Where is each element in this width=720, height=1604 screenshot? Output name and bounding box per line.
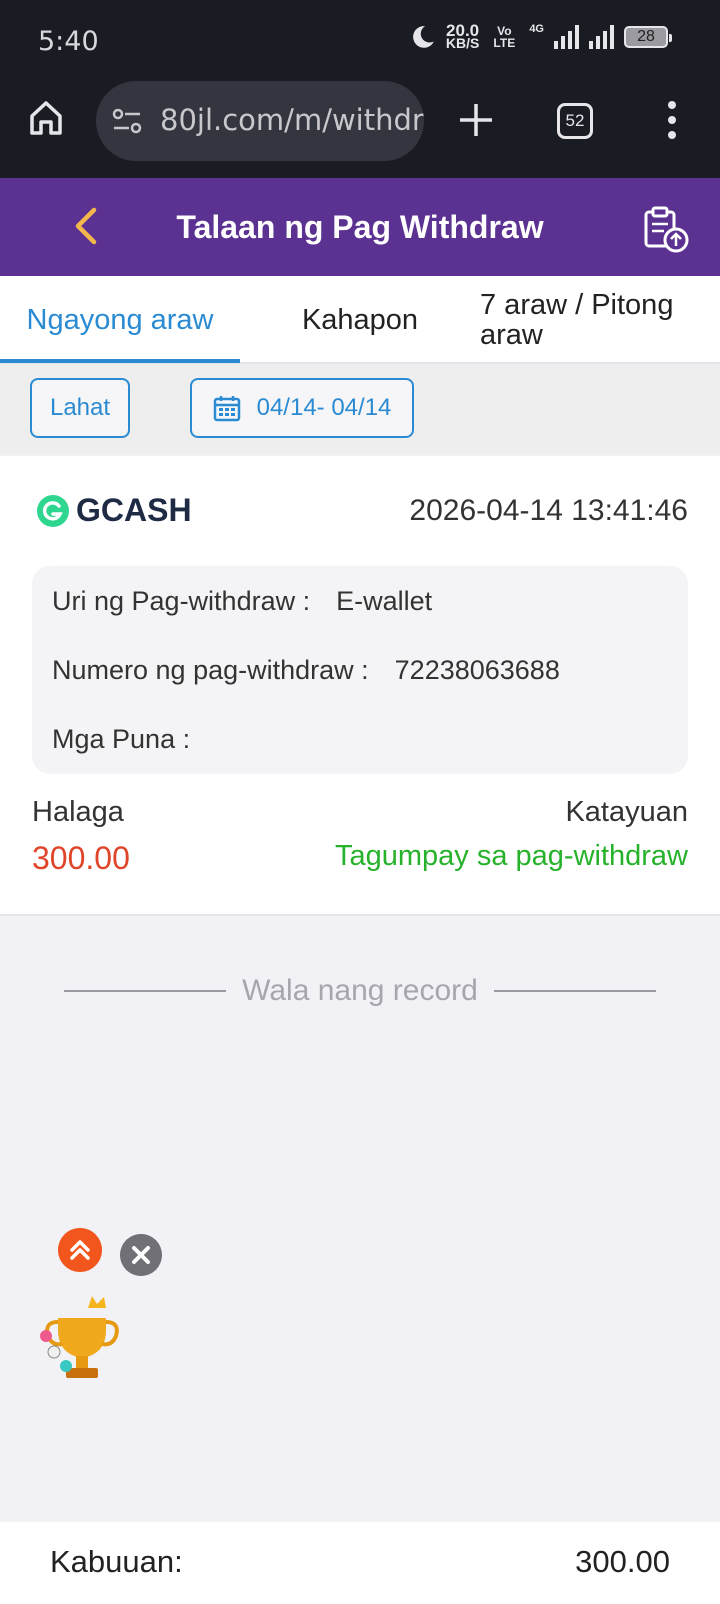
network-speed: 20.0 KB/S [445,21,480,51]
more-vert-icon[interactable] [667,100,677,140]
no-more-records: Wala nang record [64,974,656,1008]
total-label: Kabuuan: [50,1544,183,1579]
amount-label: Halaga [32,796,124,828]
status-time: 5:40 [38,26,99,57]
date-range-button[interactable]: 04/14- 04/14 [190,378,414,438]
url-text[interactable]: 80jl.com/m/withdrawRecord [160,103,424,137]
status-label: Katayuan [565,796,688,828]
date-range-text: 04/14- 04/14 [256,394,392,421]
calendar-icon [213,396,240,422]
remarks-label: Mga Puna : [52,724,191,754]
tab-yesterday[interactable]: Kahapon [260,276,460,364]
gcash-brand: GCASH [36,492,192,529]
status-badge: Tagumpay sa pag-withdraw [334,840,688,872]
status-icons: 20.0 KB/S Vo LTE 4G 28 [410,21,672,51]
tab-today[interactable]: Ngayong araw [0,276,240,364]
record-details: Uri ng Pag-withdraw : E-wallet Numero ng … [32,566,688,774]
filter-all-button[interactable]: Lahat [30,378,130,438]
page-title: Talaan ng Pag Withdraw [176,209,544,245]
withdraw-number-value: 72238063688 [394,655,560,685]
withdraw-number-label: Numero ng pag-withdraw : [52,655,369,685]
signal-icon [554,25,579,49]
divider-right [493,990,656,992]
record-datetime: 2026-04-14 13:41:46 [409,494,688,527]
tabs-icon[interactable]: 52 [557,103,593,139]
volte-badge: Vo LTE [493,24,516,50]
network-type: 4G [529,23,544,35]
filter-row: Lahat 04/14- 04/14 [0,364,720,454]
browser-chrome: 5:40 20.0 KB/S Vo LTE 4G 28 80jl.com/m/wi… [0,0,720,178]
home-icon[interactable] [26,98,66,138]
site-settings-icon[interactable] [112,107,142,135]
clipboard-upload-icon[interactable] [640,204,690,254]
gcash-logo-icon [37,494,69,527]
amount-value: 300.00 [32,840,130,876]
plus-icon[interactable] [456,100,496,140]
scroll-to-top-icon[interactable] [58,1228,102,1272]
total-value: 300.00 [575,1544,670,1579]
date-tabs: Ngayong araw Kahapon 7 araw / Pitong ara… [0,276,720,364]
withdraw-type-value: E-wallet [336,586,433,616]
withdraw-type-row: Uri ng Pag-withdraw : E-wallet [52,586,432,617]
withdraw-record-card[interactable]: GCASH 2026-04-14 13:41:46 Uri ng Pag-wit… [0,456,720,916]
tab-7-days[interactable]: 7 araw / Pitong araw [480,276,710,364]
no-more-text: Wala nang record [242,974,478,1007]
payment-method: GCASH [76,492,192,528]
remarks-row: Mga Puna : [52,724,216,755]
withdraw-type-label: Uri ng Pag-withdraw : [52,586,311,616]
moon-icon [412,26,434,48]
trophy-icon[interactable] [36,1290,122,1390]
withdraw-number-row: Numero ng pag-withdraw : 72238063688 [52,655,560,686]
divider-left [64,990,227,992]
close-icon[interactable] [120,1234,162,1276]
app-header: Talaan ng Pag Withdraw [0,178,720,276]
active-tab-indicator [0,359,240,363]
battery-icon: 28 [624,26,672,48]
total-bar: Kabuuan: 300.00 [0,1522,720,1604]
signal-icon-2 [589,25,614,49]
address-bar[interactable]: 80jl.com/m/withdrawRecord [96,81,424,161]
